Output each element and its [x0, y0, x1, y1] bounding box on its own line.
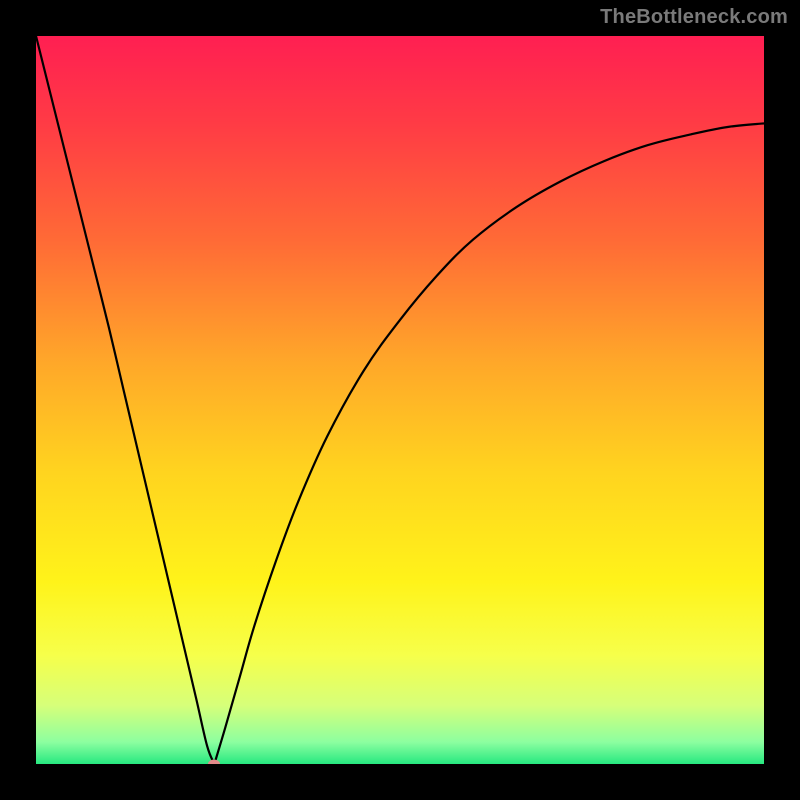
bottleneck-curve: [36, 36, 764, 764]
watermark-text: TheBottleneck.com: [600, 6, 788, 29]
plot-area: [36, 36, 764, 764]
minimum-marker: [208, 760, 220, 765]
chart-frame: TheBottleneck.com: [0, 0, 800, 800]
